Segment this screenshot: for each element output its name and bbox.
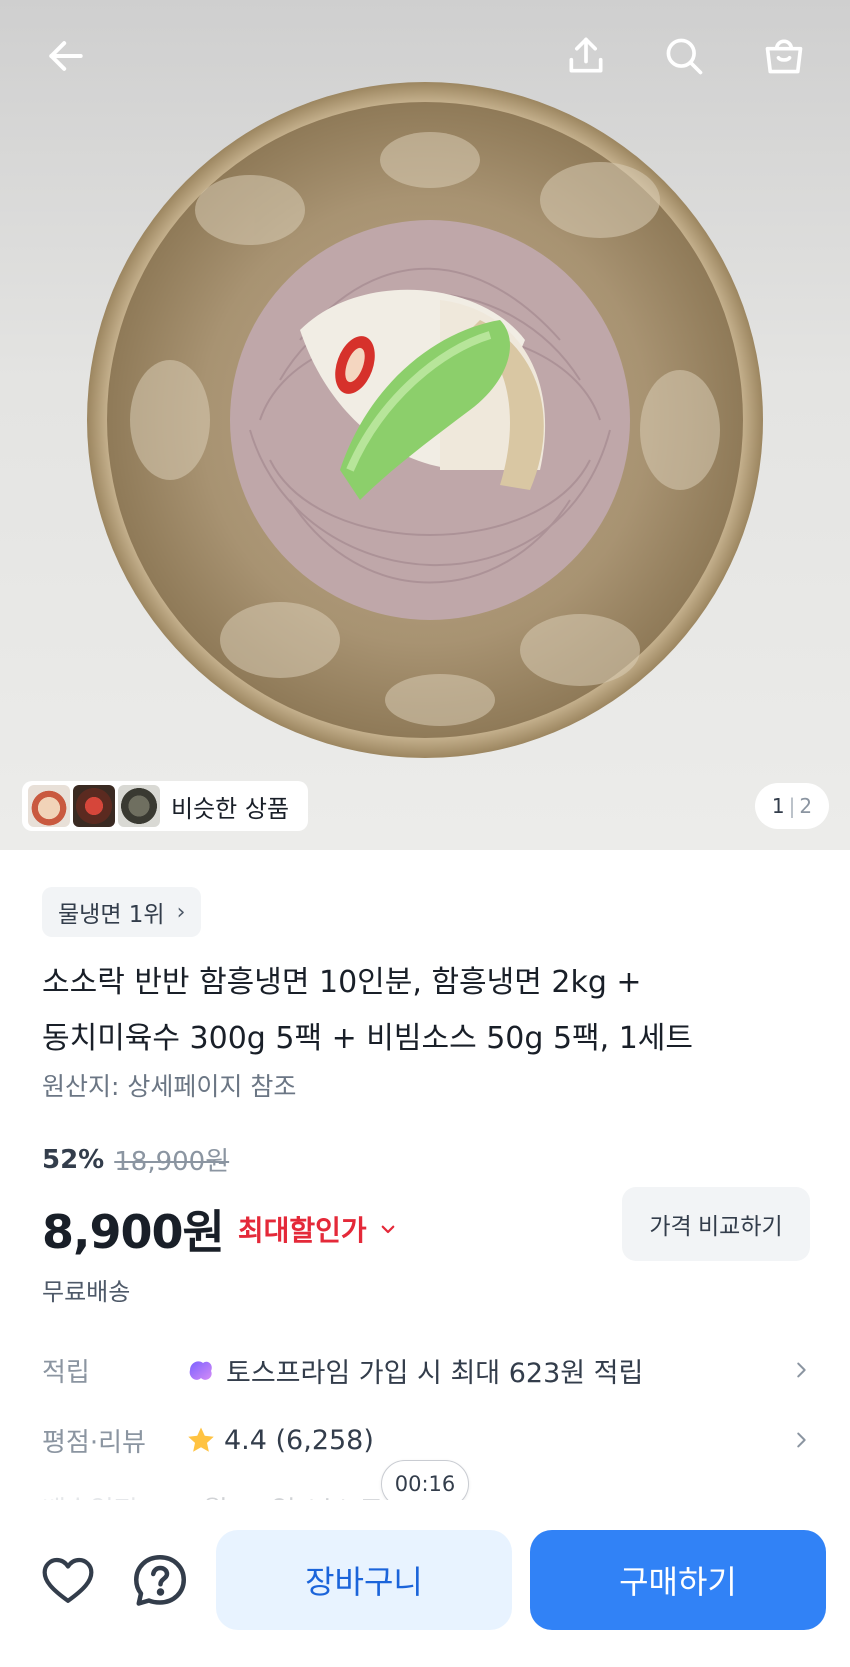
points-label: 적립 — [42, 1357, 90, 1388]
discount-rate: 52% — [42, 1144, 105, 1175]
chevron-right-icon: › — [176, 899, 186, 925]
product-image-gallery[interactable]: 비슷한 상품 1 | 2 — [0, 0, 850, 850]
wishlist-heart-icon[interactable] — [38, 1553, 98, 1609]
share-button[interactable] — [554, 24, 618, 88]
price-compare-button[interactable]: 가격 비교하기 — [622, 1187, 810, 1261]
current-page: 1 — [771, 794, 785, 818]
question-help-icon[interactable] — [130, 1551, 190, 1611]
sale-price: 8,900원 — [42, 1205, 225, 1259]
search-icon — [666, 38, 703, 75]
points-row[interactable]: 적립 토스프라임 가입 시 최대 623원 적립 — [42, 1340, 812, 1400]
points-value: 토스프라임 가입 시 최대 623원 적립 — [226, 1357, 644, 1389]
rank-badge-label: 물냉면 1위 — [58, 902, 165, 928]
share-icon — [569, 37, 603, 73]
category-rank-badge[interactable]: 물냉면 1위 › — [42, 887, 202, 937]
product-title-line: 동치미육수 300g 5팩 + 비빔소스 50g 5팩, 1세트 — [42, 1021, 694, 1056]
chevron-right-icon — [797, 1362, 806, 1378]
rating-label: 평점·리뷰 — [42, 1427, 146, 1458]
toss-prime-icon — [189, 1361, 212, 1380]
total-pages: 2 — [799, 794, 813, 818]
top-navigation-bar — [0, 0, 850, 120]
similar-product-thumbnail — [73, 785, 115, 827]
price-row: 8,900원 최대할인가 — [42, 1196, 397, 1262]
back-arrow-icon — [49, 41, 83, 71]
product-title: 소소락 반반 함흥냉면 10인분, 함흥냉면 2kg + 동치미육수 300g … — [42, 955, 812, 1067]
discount-row: 52% 18,900원 — [42, 1141, 229, 1178]
chevron-down-icon[interactable] — [379, 1220, 397, 1238]
similar-product-thumbnail — [118, 785, 160, 827]
search-button[interactable] — [652, 24, 716, 88]
image-page-indicator: 1 | 2 — [755, 783, 829, 829]
product-title-line: 소소락 반반 함흥냉면 10인분, 함흥냉면 2kg + — [42, 965, 642, 1000]
shipping-info: 무료배송 — [42, 1278, 131, 1306]
rating-value: 4.4 (6,258) — [224, 1424, 374, 1456]
star-icon — [188, 1427, 214, 1452]
shopping-bag-icon — [765, 39, 803, 74]
back-button[interactable] — [34, 24, 98, 88]
similar-products-button[interactable]: 비슷한 상품 — [22, 781, 308, 831]
product-photo — [87, 82, 763, 758]
add-to-cart-button[interactable]: 장바구니 — [216, 1530, 512, 1630]
buy-now-button[interactable]: 구매하기 — [530, 1530, 826, 1630]
page-separator: | — [788, 794, 796, 818]
similar-product-thumbnail — [28, 785, 70, 827]
origin-info: 원산지: 상세페이지 참조 — [42, 1072, 297, 1101]
similar-products-label: 비슷한 상품 — [171, 794, 290, 823]
max-discount-toggle[interactable]: 최대할인가 — [238, 1209, 367, 1249]
original-price: 18,900원 — [114, 1147, 230, 1177]
chevron-right-icon — [797, 1432, 806, 1448]
shopping-bag-button[interactable] — [752, 24, 816, 88]
